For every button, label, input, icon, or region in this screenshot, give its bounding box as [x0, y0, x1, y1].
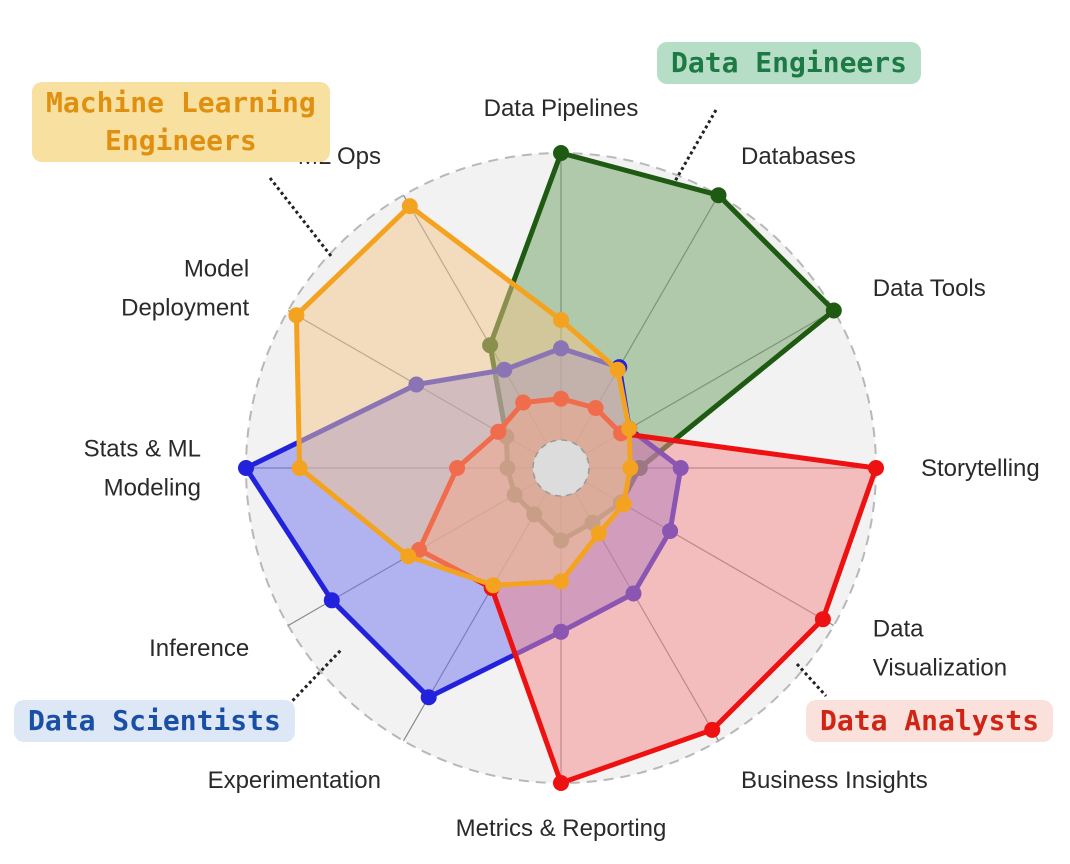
axis-label-line: Data Tools: [873, 275, 986, 302]
point-data-analysts-business-insights: [704, 721, 721, 738]
point-machine-learning-engineers-experimentation: [485, 577, 502, 594]
point-data-analysts-storytelling: [868, 460, 884, 476]
callout-data-engineers: Data Engineers: [657, 42, 922, 84]
axis-label-line: Databases: [741, 143, 856, 170]
point-data-scientists-experimentation: [420, 689, 437, 706]
point-machine-learning-engineers-model-deployment: [288, 307, 305, 324]
leader-machine-learning-engineers: [268, 177, 333, 257]
axis-label-metrics-and-reporting: Metrics & Reporting: [456, 815, 667, 842]
axis-label-data-visualization: Data Visualization: [873, 616, 1007, 682]
axis-label-line: Deployment: [121, 295, 249, 322]
axis-label-line: Data: [873, 616, 924, 643]
point-machine-learning-engineers-data-visualization: [615, 496, 632, 513]
point-data-scientists-inference: [323, 592, 340, 609]
axis-label-line: Business Insights: [741, 767, 928, 794]
axis-label-data-tools: Data Tools: [873, 275, 986, 302]
point-machine-learning-engineers-databases: [609, 361, 626, 378]
point-data-scientists-stats-and-ml-modeling: [238, 460, 254, 476]
callout-machine-learning-engineers: Machine Learning Engineers: [32, 82, 330, 162]
axis-label-line: Data Pipelines: [484, 95, 639, 122]
point-machine-learning-engineers-data-pipelines: [553, 312, 569, 328]
point-machine-learning-engineers-business-insights: [590, 525, 607, 542]
axis-label-storytelling: Storytelling: [921, 455, 1040, 482]
callout-ml-engineers-line-1: Machine Learning: [46, 86, 316, 119]
callout-data-analysts: Data Analysts: [806, 700, 1054, 742]
point-data-engineers-databases: [710, 187, 727, 204]
leader-data-analysts: [795, 662, 828, 698]
axis-label-line: Visualization: [873, 655, 1007, 682]
axis-label-experimentation: Experimentation: [208, 767, 381, 794]
callout-data-engineers-line-1: Data Engineers: [671, 46, 908, 79]
point-data-engineers-data-pipelines: [553, 145, 569, 161]
axis-label-inference: Inference: [149, 635, 249, 662]
axis-label-line: Inference: [149, 635, 249, 662]
callout-data-scientists: Data Scientists: [14, 700, 295, 742]
axis-label-line: Modeling: [104, 475, 201, 502]
point-data-analysts-data-visualization: [814, 611, 831, 628]
point-machine-learning-engineers-data-tools: [621, 420, 638, 437]
point-machine-learning-engineers-ml-ops: [401, 198, 418, 215]
callout-ml-engineers-line-2: Engineers: [105, 124, 257, 157]
center-circle: [532, 439, 590, 497]
point-machine-learning-engineers-stats-and-ml-modeling: [291, 460, 308, 476]
point-data-analysts-metrics-and-reporting: [553, 775, 569, 791]
axis-label-line: Stats & ML: [84, 436, 201, 463]
axis-label-databases: Databases: [741, 143, 856, 170]
callout-data-analysts-line-1: Data Analysts: [820, 704, 1040, 737]
point-machine-learning-engineers-metrics-and-reporting: [553, 573, 569, 590]
point-data-engineers-data-tools: [825, 302, 842, 319]
point-machine-learning-engineers-storytelling: [622, 460, 639, 476]
point-machine-learning-engineers-inference: [400, 548, 417, 565]
axis-label-line: Model: [184, 256, 249, 283]
axis-label-line: Storytelling: [921, 455, 1040, 482]
axis-label-business-insights: Business Insights: [741, 767, 928, 794]
axis-label-data-pipelines: Data Pipelines: [484, 95, 639, 122]
axis-label-line: Metrics & Reporting: [456, 815, 667, 842]
axis-label-line: Experimentation: [208, 767, 381, 794]
axis-label-stats-and-ml-modeling: Stats & ML Modeling: [84, 436, 201, 502]
callout-data-scientists-line-1: Data Scientists: [28, 704, 281, 737]
leader-data-engineers: [672, 109, 718, 184]
axis-label-model-deployment: Model Deployment: [121, 256, 249, 322]
